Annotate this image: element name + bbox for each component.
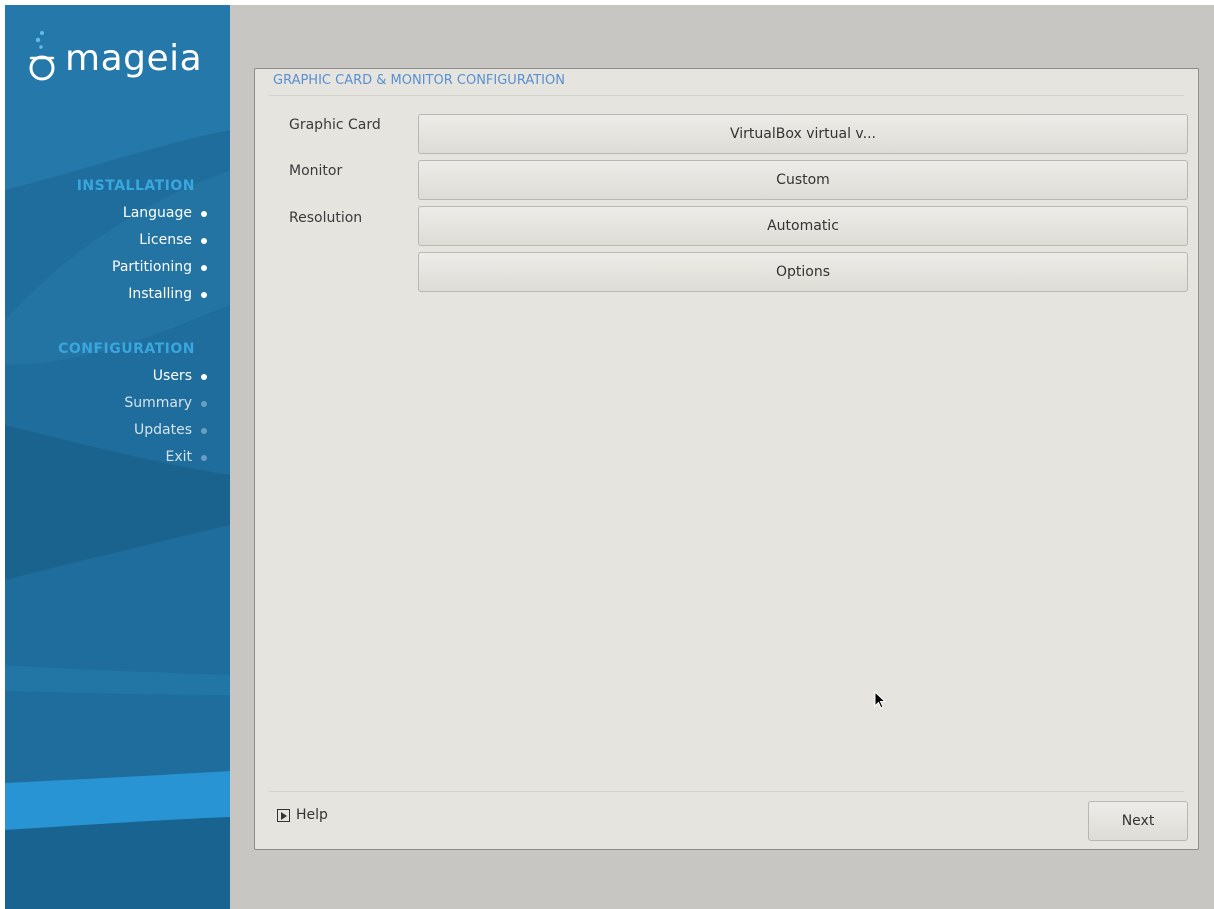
footer-divider [269,791,1184,792]
step-done-dot-icon [201,292,207,298]
monitor-label: Monitor [289,163,343,179]
mageia-logo: mageia [27,27,227,87]
cauldron-icon [29,31,55,81]
resolution-label: Resolution [289,210,363,226]
monitor-button[interactable]: Custom [418,160,1188,200]
title-divider [269,95,1184,96]
options-button[interactable]: Options [418,252,1188,292]
sidebar-item-partitioning: Partitioning [112,259,207,275]
help-label: Help [296,807,328,823]
sidebar-item-language: Language [123,205,207,221]
sidebar-item-installing: Installing [128,286,207,302]
graphic-card-label: Graphic Card [289,117,381,133]
brand-name: mageia [65,38,203,79]
sidebar-item-summary: Summary [124,395,207,411]
sidebar-item-updates: Updates [134,422,207,438]
step-done-dot-icon [201,265,207,271]
mouse-pointer-icon [874,691,887,709]
sidebar-section-installation: INSTALLATION [76,178,195,194]
step-pending-dot-icon [201,401,207,407]
expand-arrow-icon [277,808,290,822]
resolution-button[interactable]: Automatic [418,206,1188,246]
step-done-dot-icon [201,374,207,380]
sidebar: mageia INSTALLATION Language License Par… [5,5,230,909]
sidebar-section-configuration: CONFIGURATION [58,341,195,357]
graphic-card-button[interactable]: VirtualBox virtual v... [418,114,1188,154]
config-panel: GRAPHIC CARD & MONITOR CONFIGURATION Gra… [254,68,1199,850]
step-done-dot-icon [201,238,207,244]
sidebar-item-users: Users [153,368,207,384]
step-pending-dot-icon [201,428,207,434]
sidebar-item-exit: Exit [165,449,207,465]
sidebar-item-license: License [139,232,207,248]
help-expander[interactable]: Help [277,807,328,823]
step-done-dot-icon [201,211,207,217]
installer-window: mageia INSTALLATION Language License Par… [5,5,1214,909]
next-button[interactable]: Next [1088,801,1188,841]
sidebar-background [5,5,230,909]
step-pending-dot-icon [201,455,207,461]
page-title: GRAPHIC CARD & MONITOR CONFIGURATION [273,73,565,88]
